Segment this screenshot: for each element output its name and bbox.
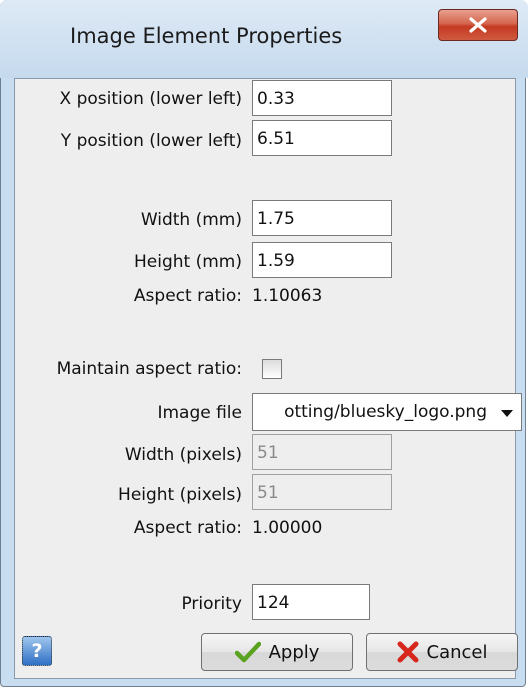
x-position-label: X position (lower left)	[59, 89, 242, 109]
red-x-icon	[397, 641, 418, 663]
image-file-value: otting/bluesky_logo.png	[284, 402, 487, 422]
width-mm-input[interactable]: 1.75	[252, 200, 392, 236]
width-pixels-label: Width (pixels)	[124, 445, 242, 465]
window-title: Image Element Properties	[70, 24, 343, 48]
apply-label: Apply	[268, 641, 320, 663]
height-pixels-label: Height (pixels)	[118, 485, 242, 505]
chevron-down-icon[interactable]	[501, 410, 513, 417]
height-mm-label: Height (mm)	[134, 252, 242, 272]
close-x-icon	[469, 17, 487, 33]
help-icon: ?	[31, 640, 43, 662]
close-button[interactable]	[438, 9, 518, 41]
height-mm-input[interactable]: 1.59	[252, 242, 392, 278]
height-pixels-input: 51	[252, 474, 392, 510]
priority-label: Priority	[181, 594, 242, 614]
y-position-label: Y position (lower left)	[60, 131, 242, 151]
priority-input[interactable]: 124	[252, 584, 370, 620]
image-file-label: Image file	[157, 403, 242, 423]
apply-button[interactable]: Apply	[201, 633, 353, 671]
maintain-aspect-label: Maintain aspect ratio:	[56, 359, 242, 379]
x-position-input[interactable]: 0.33	[252, 80, 392, 116]
width-mm-label: Width (mm)	[140, 210, 242, 230]
image-file-dropdown[interactable]: otting/bluesky_logo.png	[252, 393, 522, 431]
aspect-ratio-label: Aspect ratio:	[133, 286, 242, 306]
y-position-input[interactable]: 6.51	[252, 120, 392, 156]
help-button[interactable]: ?	[22, 636, 52, 666]
checkmark-icon	[234, 641, 261, 663]
cancel-label: Cancel	[426, 641, 488, 663]
pixel-aspect-ratio-label: Aspect ratio:	[133, 518, 242, 538]
aspect-ratio-value: 1.10063	[252, 286, 323, 306]
pixel-aspect-ratio-value: 1.00000	[252, 518, 323, 538]
cancel-button[interactable]: Cancel	[366, 633, 518, 671]
width-pixels-input: 51	[252, 434, 392, 470]
maintain-aspect-checkbox[interactable]	[262, 359, 282, 379]
title-bar[interactable]: Image Element Properties	[0, 0, 528, 78]
